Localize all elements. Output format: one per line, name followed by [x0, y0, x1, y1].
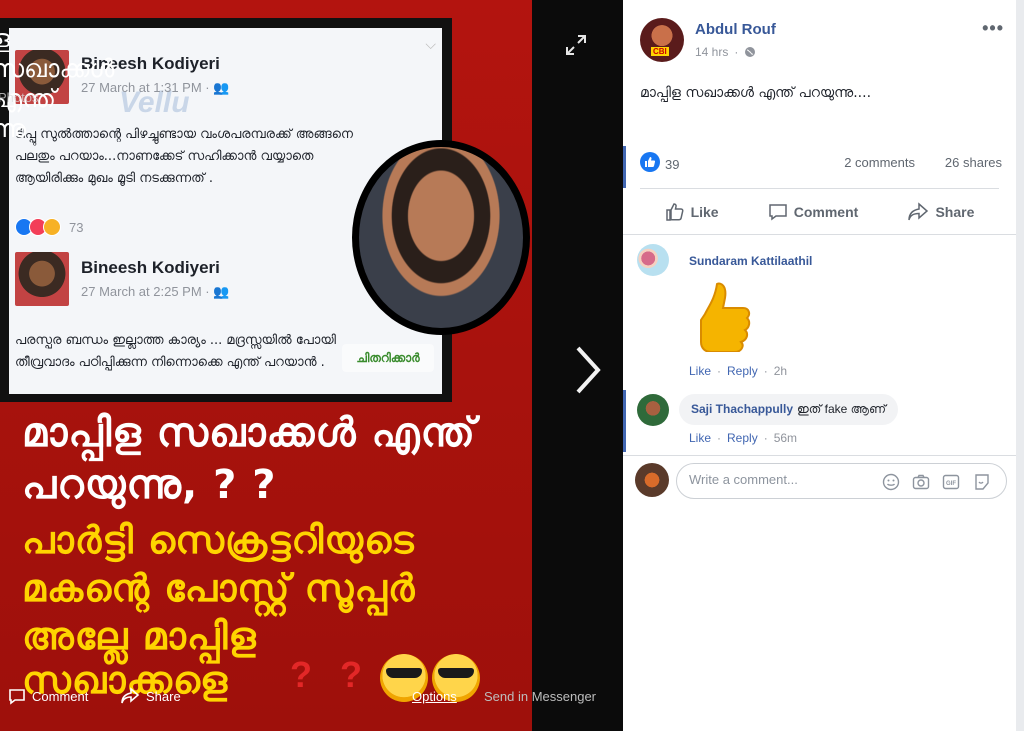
share-button[interactable]: Share [907, 202, 974, 222]
camera-icon[interactable] [912, 473, 930, 491]
share-icon [908, 202, 929, 221]
next-arrow-icon[interactable] [568, 340, 608, 400]
comment-button[interactable]: Comment [768, 202, 859, 222]
comment-icon [9, 689, 25, 705]
embedded-reactions: 73 [15, 218, 83, 236]
like-label: Like [690, 204, 719, 220]
emoji-icon[interactable] [882, 473, 900, 491]
divider [640, 188, 999, 189]
commenter-avatar[interactable] [637, 244, 669, 276]
comment-bubble: Saji Thachappully ഇത് fake ആണ് [679, 394, 898, 425]
active-indicator [623, 146, 626, 188]
viewer-comment-label: Comment [32, 688, 89, 704]
portrait-photo [352, 140, 530, 335]
more-icon[interactable]: ••• [982, 18, 1004, 39]
comment-time[interactable]: 2h [774, 364, 787, 378]
embedded-time-2: 27 March at 2:25 PM · 👥 [81, 284, 230, 299]
like-button[interactable]: Like [665, 202, 719, 222]
comment-input[interactable] [689, 472, 879, 487]
post-photo[interactable]: ⌵ Bineesh Kodiyeri Vellu 27 March at 1:3… [0, 0, 532, 731]
embedded-react-count: 73 [69, 219, 84, 235]
share-label: Share [935, 204, 975, 220]
comment-meta: Like · Reply · 56m [689, 431, 798, 445]
commenter-name[interactable]: Saji Thachappully [691, 402, 793, 417]
channel-logo: ചിതറിക്കാർ [342, 344, 434, 372]
viewer-options-link[interactable]: Options [412, 689, 457, 704]
post-author[interactable]: Abdul Rouf [695, 21, 776, 38]
current-user-avatar [635, 463, 669, 497]
comment-text: ഇത് fake ആണ് [797, 402, 886, 416]
like-icon [665, 203, 684, 221]
page-edge [1016, 0, 1024, 731]
likes-count[interactable]: 39 [665, 157, 679, 172]
viewer-share-label: Share [146, 688, 181, 704]
comment-icon [769, 204, 787, 221]
comment-reply-link[interactable]: Reply [727, 364, 758, 378]
post-sidebar: CBI Abdul Rouf 14 hrs · ••• മാപ്പിള സഖാക… [623, 0, 1024, 731]
headline-line-4: മകന്റെ പോസ്റ്റ് സൂപ്പർ [22, 566, 416, 610]
sticker-icon[interactable] [973, 473, 991, 491]
viewer-share-button[interactable]: Share [120, 687, 181, 705]
share-icon [121, 687, 140, 704]
gif-icon[interactable]: GIF [942, 473, 960, 491]
headline-line-1: മാപ്പിള സഖാക്കൾ എന്ത് [22, 410, 476, 456]
commenter-name[interactable]: Sundaram Kattilaathil [689, 254, 812, 268]
commenter-avatar[interactable] [637, 394, 669, 426]
comment-like-link[interactable]: Like [689, 431, 711, 445]
embedded-author-2: Bineesh Kodiyeri [81, 258, 220, 277]
chevron-down-icon: ⌵ [425, 36, 436, 52]
comment-composer: GIF [676, 463, 1007, 499]
post-text: മാപ്പിള സഖാക്കൾ എന്ത് പറയുന്നു.... [640, 85, 872, 101]
headline-line-2: പറയുന്നു, ? ? [22, 462, 277, 508]
comments-count[interactable]: 2 comments [844, 155, 915, 170]
post-time-label: 14 hrs [695, 45, 729, 59]
divider [623, 455, 1024, 456]
comment-like-link[interactable]: Like [689, 364, 711, 378]
expand-icon[interactable] [565, 34, 587, 63]
divider [623, 234, 1024, 235]
active-indicator [623, 390, 626, 452]
like-reaction-icon[interactable] [640, 152, 660, 172]
svg-text:GIF: GIF [946, 481, 956, 487]
globe-icon [745, 47, 756, 57]
photo-overlay-title: ള സഖാക്കൾ എന്ത് ന്നു [0, 24, 115, 143]
headline-line-3: പാർട്ടി സെക്രട്ടറിയുടെ [22, 518, 415, 562]
viewer-comment-button[interactable]: Comment [8, 687, 88, 705]
avatar[interactable]: CBI [640, 18, 684, 62]
comment-reply-link[interactable]: Reply [727, 431, 758, 445]
photo-overlay-sub: Photos [0, 90, 39, 105]
comment-meta: Like · Reply · 2h [689, 364, 788, 378]
thumbs-up-sticker [691, 280, 751, 353]
headline-line-5: അല്ലേ മാപ്പിള [22, 614, 257, 658]
photo-viewer: ⌵ Bineesh Kodiyeri Vellu 27 March at 1:3… [0, 0, 623, 731]
shares-count[interactable]: 26 shares [945, 155, 1002, 170]
post-actions: Like Comment Share [640, 196, 999, 228]
comment-label: Comment [793, 204, 859, 220]
viewer-bottom-bar: Comment Share Options Send in Messenger [0, 676, 623, 716]
haha-reaction-icon [43, 218, 61, 236]
post-timestamp[interactable]: 14 hrs · [695, 45, 756, 59]
embedded-avatar-2 [15, 252, 69, 306]
avatar-badge: CBI [651, 47, 669, 56]
post-stats: 39 2 comments 26 shares [640, 152, 1002, 174]
send-in-messenger-link[interactable]: Send in Messenger [484, 689, 596, 704]
comment-time[interactable]: 56m [774, 431, 797, 445]
